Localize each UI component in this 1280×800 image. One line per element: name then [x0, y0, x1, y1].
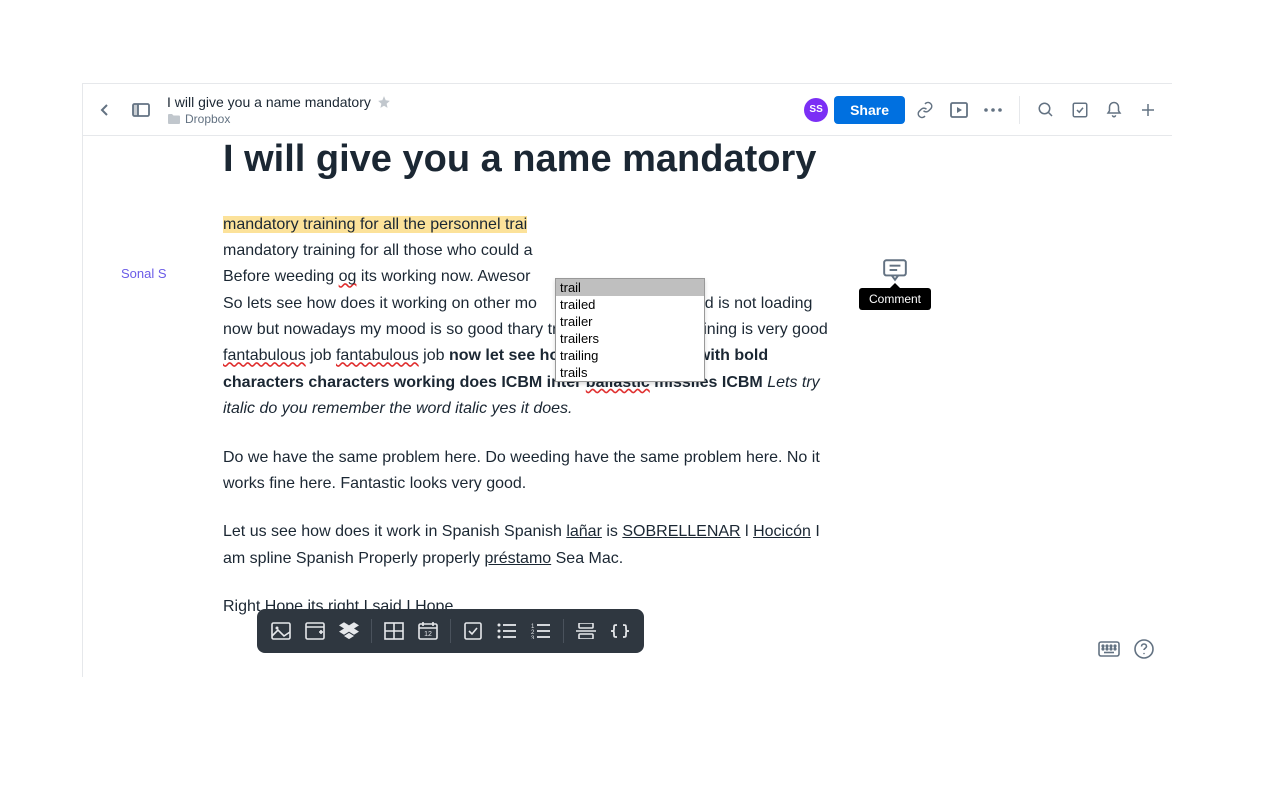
autocomplete-popup: trail trailed trailer trailers trailing …	[555, 278, 705, 382]
insert-todo-button[interactable]	[457, 615, 489, 647]
star-icon[interactable]	[377, 95, 391, 109]
svg-text:3: 3	[531, 636, 535, 639]
autocomplete-item[interactable]: trailed	[556, 296, 704, 313]
insert-bullet-list-button[interactable]	[491, 615, 523, 647]
paragraph-3[interactable]: Let us see how does it work in Spanish S…	[223, 519, 843, 572]
table-icon	[384, 622, 404, 640]
play-screen-icon	[950, 102, 968, 118]
more-options-button[interactable]	[979, 96, 1007, 124]
paragraph-2[interactable]: Do we have the same problem here. Do wee…	[223, 445, 843, 498]
highlighted-text[interactable]: mandatory training for all the personnel…	[223, 216, 527, 233]
autocomplete-item[interactable]: trails	[556, 364, 704, 381]
paragraph-1[interactable]: mandatory training for all the personnel…	[223, 212, 843, 423]
checkbox-icon	[464, 622, 482, 640]
document-location[interactable]: Dropbox	[185, 112, 230, 126]
dots-horizontal-icon	[984, 108, 1002, 112]
bell-icon	[1105, 101, 1123, 119]
search-icon	[1037, 101, 1055, 119]
calendar-icon: 12	[418, 622, 438, 640]
document-heading[interactable]: I will give you a name mandatory	[223, 136, 953, 184]
autocomplete-item[interactable]: trail	[556, 279, 704, 296]
link-icon	[916, 101, 934, 119]
insert-image-button[interactable]	[265, 615, 297, 647]
create-button[interactable]	[1134, 96, 1162, 124]
keyboard-icon[interactable]	[1098, 641, 1120, 657]
insert-divider-button[interactable]	[570, 615, 602, 647]
insert-toolbar: 12 123	[257, 609, 644, 653]
document-title[interactable]: I will give you a name mandatory	[167, 94, 371, 110]
search-button[interactable]	[1032, 96, 1060, 124]
sidebar-toggle-button[interactable]	[127, 96, 155, 124]
code-block-icon	[610, 622, 630, 640]
insert-app-button[interactable]	[299, 615, 331, 647]
autocomplete-item[interactable]: trailing	[556, 347, 704, 364]
share-button[interactable]: Share	[834, 96, 905, 124]
present-button[interactable]	[945, 96, 973, 124]
numbered-list-icon: 123	[531, 623, 551, 639]
insert-dropbox-button[interactable]	[333, 615, 365, 647]
divider-icon	[576, 623, 596, 639]
plus-icon	[1139, 101, 1157, 119]
insert-numbered-list-button[interactable]: 123	[525, 615, 557, 647]
chevron-left-icon	[97, 102, 113, 118]
tasks-button[interactable]	[1066, 96, 1094, 124]
copy-link-button[interactable]	[911, 96, 939, 124]
check-square-icon	[1071, 101, 1089, 119]
panel-icon	[132, 102, 150, 118]
author-label: Sonal S	[121, 266, 167, 281]
bullet-list-icon	[497, 623, 517, 639]
dropbox-icon	[339, 622, 359, 640]
insert-code-button[interactable]	[604, 615, 636, 647]
insert-table-button[interactable]	[378, 615, 410, 647]
back-button[interactable]	[91, 96, 119, 124]
svg-text:12: 12	[424, 631, 432, 638]
user-avatar[interactable]: SS	[804, 98, 828, 122]
help-icon[interactable]	[1134, 639, 1154, 659]
image-icon	[271, 622, 291, 640]
autocomplete-item[interactable]: trailer	[556, 313, 704, 330]
comment-icon[interactable]	[882, 258, 908, 282]
notifications-button[interactable]	[1100, 96, 1128, 124]
comment-tooltip: Comment	[859, 288, 931, 310]
autocomplete-item[interactable]: trailers	[556, 330, 704, 347]
document-canvas[interactable]: Sonal S I will give you a name mandatory…	[83, 136, 1172, 677]
window-plus-icon	[305, 622, 325, 640]
insert-timeline-button[interactable]: 12	[412, 615, 444, 647]
folder-icon	[167, 113, 181, 125]
